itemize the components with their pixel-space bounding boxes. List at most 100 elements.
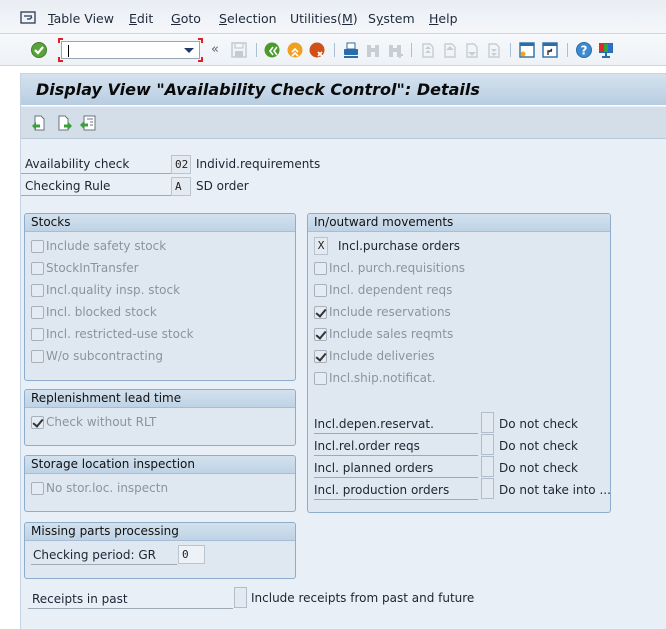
toolbar-separator — [334, 43, 335, 57]
text-caret — [68, 45, 69, 57]
menu-mnemonic: S — [219, 11, 227, 26]
availability-check-field[interactable]: 02 — [171, 155, 191, 174]
exit-icon[interactable] — [286, 41, 304, 59]
customize-layout-icon[interactable] — [597, 41, 615, 59]
next-entry-icon[interactable] — [56, 114, 74, 132]
incl-depen-reservat-text: Do not check — [499, 417, 578, 431]
stock-in-transfer-row[interactable]: StockInTransfer — [31, 259, 139, 277]
next-page-icon[interactable] — [462, 41, 480, 59]
first-page-icon[interactable] — [418, 41, 436, 59]
application-toolbar — [21, 107, 666, 139]
menu-mnemonic: M — [341, 11, 353, 26]
no-stor-loc-inspectn-checkbox[interactable] — [31, 481, 44, 495]
detail-content: Availability check 02 Individ.requiremen… — [21, 140, 666, 629]
checkbox-label: Include safety stock — [46, 239, 167, 253]
wo-subcontracting-checkbox[interactable] — [31, 349, 44, 363]
menu-label: S — [368, 11, 376, 26]
incl-production-orders-label: Incl. production orders — [314, 480, 478, 500]
previous-entry-icon[interactable] — [30, 114, 48, 132]
incl-rel-order-reqs-select[interactable] — [481, 434, 494, 455]
last-page-icon[interactable] — [484, 41, 502, 59]
menu-help[interactable]: Help — [429, 11, 458, 26]
menu-label: ) — [352, 11, 358, 26]
menu-mnemonic: H — [429, 11, 439, 26]
incl-ship-notificat-checkbox[interactable] — [314, 371, 327, 385]
find-next-icon[interactable] — [386, 41, 404, 59]
command-field-wrapper — [58, 38, 203, 62]
restricted-use-stock-checkbox[interactable] — [31, 327, 44, 341]
incl-purch-requisitions-checkbox[interactable] — [314, 261, 327, 275]
check-without-rlt-checkbox[interactable] — [31, 415, 44, 429]
availability-check-description: Individ.requirements — [196, 157, 321, 171]
incl-purch-requisitions-row[interactable]: Incl. purch.requisitions — [314, 259, 465, 277]
print-icon[interactable] — [342, 41, 360, 59]
menu-edit[interactable]: Edit — [129, 11, 153, 26]
quality-insp-stock-row[interactable]: Incl.quality insp. stock — [31, 281, 180, 299]
checkbox-label: Check without RLT — [46, 415, 157, 429]
incl-dependent-reqs-checkbox[interactable] — [314, 283, 327, 297]
stocks-group-title: Stocks — [25, 214, 295, 232]
incl-purchase-orders-field[interactable]: X — [314, 237, 328, 255]
screen-area: Display View "Availability Check Control… — [20, 73, 666, 629]
checkbox-label: Incl. blocked stock — [46, 305, 157, 319]
back-icon[interactable] — [263, 41, 281, 59]
incl-purchase-orders-row[interactable]: X Incl.purchase orders — [314, 236, 460, 256]
incl-production-orders-select[interactable] — [481, 478, 494, 499]
other-entry-icon[interactable] — [79, 114, 97, 132]
menu-table-view[interactable]: Table View — [48, 11, 114, 26]
include-reservations-checkbox[interactable] — [314, 305, 327, 319]
wo-subcontracting-row[interactable]: W/o subcontracting — [31, 347, 163, 365]
incl-dependent-reqs-row[interactable]: Incl. dependent reqs — [314, 281, 452, 299]
quality-insp-stock-checkbox[interactable] — [31, 283, 44, 297]
checking-rule-field[interactable]: A — [171, 177, 191, 196]
include-reservations-row[interactable]: Include reservations — [314, 303, 451, 321]
incl-planned-orders-select[interactable] — [481, 456, 494, 477]
include-sales-reqmts-row[interactable]: Include sales reqmts — [314, 325, 453, 343]
checking-period-gr-label: Checking period: GR — [31, 546, 177, 565]
include-safety-stock-checkbox[interactable] — [31, 239, 44, 253]
restricted-use-stock-row[interactable]: Incl. restricted-use stock — [31, 325, 194, 343]
incl-depen-reservat-label: Incl.depen.reservat. — [314, 414, 478, 434]
stock-in-transfer-checkbox[interactable] — [31, 261, 44, 275]
menu-goto[interactable]: Goto — [171, 11, 201, 26]
inoutward-movements-title: In/outward movements — [308, 214, 610, 232]
checkbox-label: Include sales reqmts — [329, 327, 454, 341]
storage-location-inspection-title: Storage location inspection — [25, 456, 295, 474]
include-sales-reqmts-checkbox[interactable] — [314, 327, 327, 341]
menu-utilities[interactable]: Utilities(M) — [290, 11, 358, 26]
previous-page-icon[interactable] — [440, 41, 458, 59]
receipts-in-past-select[interactable] — [234, 587, 247, 608]
shortcut-icon[interactable] — [541, 41, 559, 59]
command-field[interactable] — [61, 41, 200, 59]
help-icon[interactable]: ? — [575, 41, 593, 59]
find-icon[interactable] — [364, 41, 382, 59]
collapse-icon[interactable]: « — [211, 42, 219, 57]
incl-depen-reservat-select[interactable] — [481, 412, 494, 433]
enter-icon[interactable] — [30, 41, 48, 59]
menu-icon[interactable] — [20, 11, 36, 24]
menu-label: elp — [438, 11, 458, 26]
checking-rule-label: Checking Rule — [21, 177, 171, 196]
menu-bar: Table View Edit Goto Selection Utilities… — [0, 0, 666, 34]
include-safety-stock-row[interactable]: Include safety stock — [31, 237, 166, 255]
checkbox-label: Incl.ship.notificat. — [329, 371, 436, 385]
new-session-icon[interactable] — [518, 41, 536, 59]
dropdown-arrow-icon[interactable] — [184, 48, 194, 53]
include-deliveries-row[interactable]: Include deliveries — [314, 347, 435, 365]
incl-rel-order-reqs-label: Incl.rel.order reqs — [314, 436, 478, 456]
menu-selection[interactable]: Selection — [219, 11, 277, 26]
blocked-stock-row[interactable]: Incl. blocked stock — [31, 303, 157, 321]
no-stor-loc-inspectn-row[interactable]: No stor.loc. inspectn — [31, 479, 168, 497]
incl-production-orders-text: Do not take into ... — [499, 483, 611, 497]
checkbox-label: Incl.quality insp. stock — [46, 283, 181, 297]
blocked-stock-checkbox[interactable] — [31, 305, 44, 319]
incl-ship-notificat-row[interactable]: Incl.ship.notificat. — [314, 369, 436, 387]
include-deliveries-checkbox[interactable] — [314, 349, 327, 363]
checking-period-gr-field[interactable]: 0 — [178, 545, 205, 564]
check-without-rlt-row[interactable]: Check without RLT — [31, 413, 156, 431]
menu-system[interactable]: System — [368, 11, 415, 26]
cancel-icon[interactable] — [308, 41, 326, 59]
checkbox-label: StockInTransfer — [46, 261, 139, 275]
save-icon[interactable] — [230, 41, 248, 59]
inoutward-movements-group: In/outward movements X Incl.purchase ord… — [307, 213, 611, 513]
